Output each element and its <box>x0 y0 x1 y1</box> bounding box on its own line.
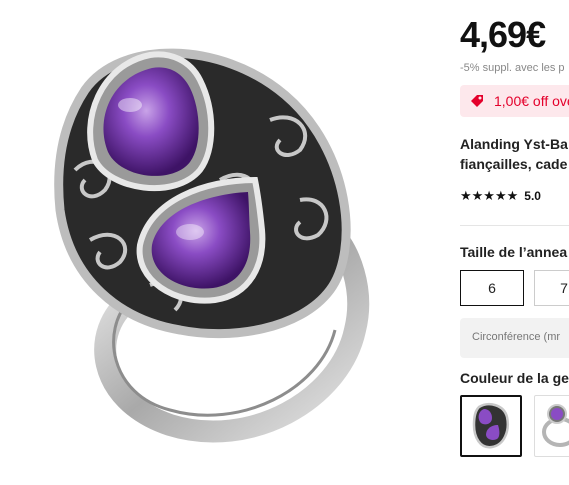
size-label: Taille de l’annea <box>460 244 568 260</box>
color-option-2[interactable] <box>534 395 569 457</box>
coupon-badge[interactable]: 1,00€ off ove <box>460 85 569 117</box>
product-title-line-1: Alanding Yst-Ba <box>460 136 568 152</box>
price: 4,69€ <box>460 14 546 55</box>
size-option-7[interactable]: 7 <box>534 270 569 306</box>
product-title[interactable]: Alanding Yst-Ba fiançailles, cade <box>460 134 568 174</box>
rating[interactable]: ★★★★★ 5.0 <box>460 188 541 204</box>
star-icons: ★★★★★ <box>460 188 519 203</box>
size-option-6[interactable]: 6 <box>460 270 524 306</box>
color-label: Couleur de la ge <box>460 370 569 386</box>
ring-thumbnail-1 <box>472 403 509 449</box>
divider <box>460 225 569 226</box>
extra-discount-text: -5% suppl. avec les p <box>460 62 565 74</box>
color-option-1[interactable] <box>460 395 522 457</box>
tag-icon <box>471 95 483 107</box>
circumference-field[interactable]: Circonférence (mr <box>460 318 569 358</box>
product-info-panel: 4,69€ -5% suppl. avec les p 1,00€ off ov… <box>460 0 569 485</box>
circumference-label: Circonférence (mr <box>472 331 561 343</box>
product-title-line-2: fiançailles, cade <box>460 156 568 172</box>
rating-value: 5.0 <box>524 189 541 203</box>
coupon-text: 1,00€ off ove <box>494 93 569 109</box>
ring-thumbnail-2 <box>542 404 569 447</box>
product-image[interactable] <box>0 0 440 485</box>
